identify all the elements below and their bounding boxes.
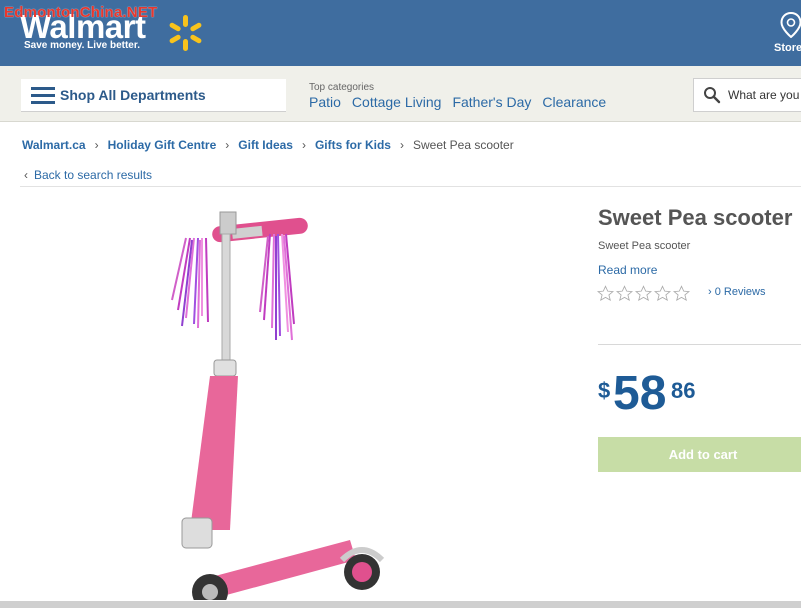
breadcrumb-link-gift-ideas[interactable]: Gift Ideas	[238, 138, 293, 152]
back-to-search-link[interactable]: ‹ Back to search results	[24, 168, 152, 182]
add-to-cart-button[interactable]: Add to cart	[598, 437, 801, 472]
chevron-left-icon: ‹	[24, 168, 28, 182]
star-icon	[654, 285, 671, 302]
shop-all-label: Shop All Departments	[60, 87, 206, 103]
chevron-right-icon: ›	[94, 138, 99, 152]
star-icon	[673, 285, 690, 302]
search-box	[693, 78, 801, 112]
divider	[598, 344, 801, 345]
category-link-patio[interactable]: Patio	[309, 94, 341, 110]
breadcrumb: Walmart.ca › Holiday Gift Centre › Gift …	[22, 138, 514, 152]
star-icon	[616, 285, 633, 302]
product-image[interactable]	[150, 200, 410, 600]
category-link-clearance[interactable]: Clearance	[542, 94, 606, 110]
breadcrumb-link-holiday-gift-centre[interactable]: Holiday Gift Centre	[108, 138, 217, 152]
product-subtitle: Sweet Pea scooter	[598, 240, 691, 252]
category-link-cottage-living[interactable]: Cottage Living	[352, 94, 442, 110]
back-link-label: Back to search results	[34, 168, 153, 182]
store-label: Store	[774, 42, 801, 54]
logo-tagline: Save money. Live better.	[24, 40, 140, 51]
hamburger-menu-icon	[31, 87, 55, 105]
star-icon	[635, 285, 652, 302]
location-pin-icon	[780, 12, 801, 38]
breadcrumb-link-gifts-for-kids[interactable]: Gifts for Kids	[315, 138, 391, 152]
price-cents: 86	[671, 378, 696, 403]
product-title: Sweet Pea scooter	[598, 205, 793, 230]
category-link-fathers-day[interactable]: Father's Day	[452, 94, 531, 110]
horizontal-scrollbar[interactable]	[0, 601, 801, 608]
star-rating[interactable]	[597, 285, 690, 302]
price-currency: $	[598, 378, 611, 403]
breadcrumb-link-walmart[interactable]: Walmart.ca	[22, 138, 86, 152]
reviews-link[interactable]: › 0 Reviews	[708, 286, 765, 298]
breadcrumb-current: Sweet Pea scooter	[412, 138, 514, 152]
chevron-right-icon: ›	[399, 138, 404, 152]
top-categories-label: Top categories	[309, 82, 375, 93]
nav-bar: Shop All Departments Top categories Pati…	[0, 66, 801, 122]
top-categories: Patio Cottage Living Father's Day Cleara…	[309, 94, 606, 110]
star-icon	[597, 285, 614, 302]
shop-all-departments-button[interactable]: Shop All Departments	[21, 79, 286, 112]
divider	[20, 186, 801, 187]
chevron-right-icon: ›	[301, 138, 306, 152]
spark-icon	[169, 15, 202, 51]
store-finder-link[interactable]: Store	[770, 10, 801, 60]
search-icon[interactable]	[703, 86, 721, 104]
search-input[interactable]	[728, 85, 801, 105]
read-more-link[interactable]: Read more	[598, 263, 657, 277]
chevron-right-icon: ›	[225, 138, 230, 152]
price-dollars: 58	[613, 367, 667, 420]
watermark: EdmontonChina.NET	[4, 4, 158, 21]
